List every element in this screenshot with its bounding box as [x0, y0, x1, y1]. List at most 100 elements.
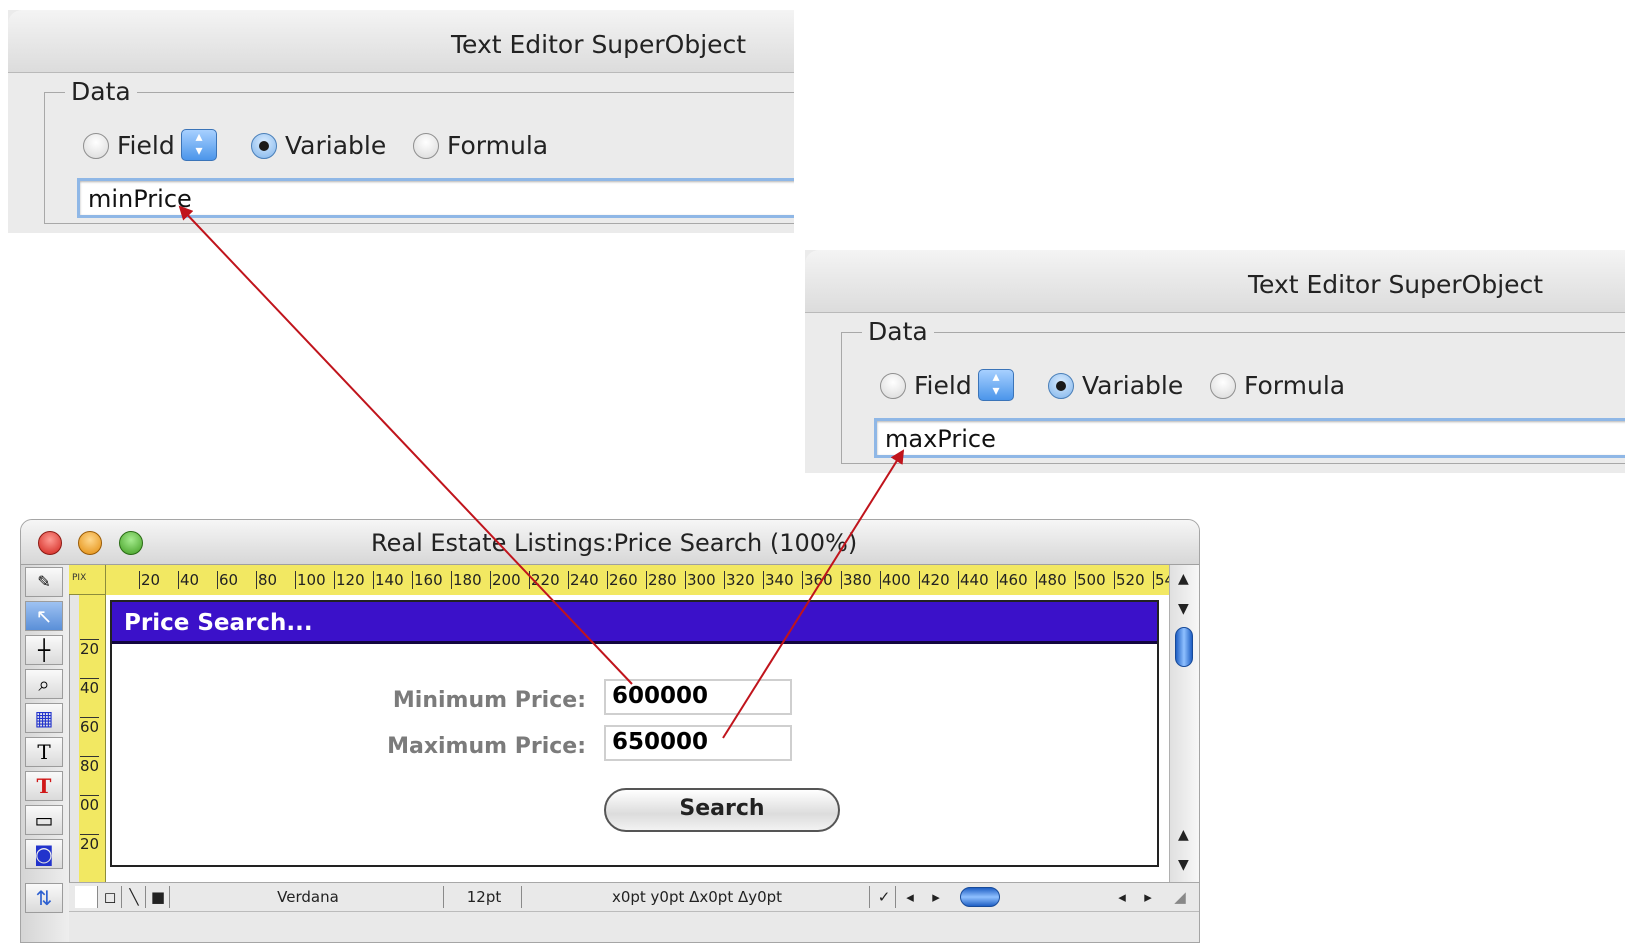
formula-radio-label: Formula — [1244, 371, 1346, 400]
field-radio[interactable] — [83, 133, 109, 159]
scroll-up-arrow-icon[interactable]: ▲ — [1178, 827, 1189, 843]
vertical-scrollbar[interactable]: ▲ ▼ ▲ ▼ — [1169, 565, 1199, 882]
ruler-tick-label: 40 — [80, 678, 100, 697]
ruler-tick-label: 200 — [490, 571, 521, 589]
ruler-tick-label: 80 — [256, 571, 278, 589]
crosshair-tool-icon[interactable]: ┼ — [25, 635, 63, 665]
form-canvas: Price Search... Minimum Price: 600000 Ma… — [106, 595, 1169, 882]
close-button[interactable] — [38, 531, 62, 555]
field-tool-icon[interactable]: ▦ — [25, 703, 63, 733]
status-row: ◻ ╲ ■ Verdana 12pt x0pt y0pt Δx0pt Δy0pt… — [69, 883, 1199, 912]
ruler-tick-label: 340 — [763, 571, 794, 589]
line-tool-icon[interactable]: ╲ — [123, 886, 146, 908]
ruler-tick-label: 480 — [1036, 571, 1067, 589]
scroll-right-arrow-icon[interactable]: ▸ — [925, 886, 947, 908]
pointer-tool-icon[interactable]: ↖ — [25, 601, 63, 631]
field-radio-label: Field — [117, 131, 175, 160]
zoom-button[interactable] — [119, 531, 143, 555]
horizontal-scroll-thumb[interactable] — [960, 887, 1000, 907]
variable-name-input[interactable]: maxPrice — [874, 418, 1625, 458]
text-tool-icon[interactable]: T — [25, 737, 63, 767]
formula-radio[interactable] — [1210, 373, 1236, 399]
ruler-tick-label: 60 — [217, 571, 239, 589]
ruler-tick-label: 380 — [841, 571, 872, 589]
vertical-ruler: 20 40 60 80 00 20 — [79, 595, 106, 882]
data-groupbox: Data Field ▴ ▾ Variable Formula minPrice — [44, 77, 794, 224]
horizontal-ruler: 20 40 60 80 100 120 140 160 180 200 220 240 260 280 30… — [106, 565, 1169, 596]
field-radio[interactable] — [880, 373, 906, 399]
frame-tool-icon[interactable]: ◻ — [99, 886, 122, 908]
scroll-left-arrow-icon[interactable]: ◂ — [899, 886, 921, 908]
main-window: Real Estate Listings:Price Search (100%)… — [20, 519, 1200, 943]
formula-text-tool-icon[interactable]: T — [25, 771, 63, 801]
ruler-tick-label: 20 — [80, 639, 100, 658]
scroll-up-arrow-icon[interactable]: ▲ — [1178, 571, 1189, 587]
magnify-tool-icon[interactable]: ⌕ — [25, 669, 63, 699]
ruler-tick-label: 160 — [412, 571, 443, 589]
fill-tool-icon[interactable]: ■ — [147, 886, 170, 908]
status-bar: ◻ ╲ ■ Verdana 12pt x0pt y0pt Δx0pt Δy0pt… — [69, 882, 1199, 942]
field-popup-button[interactable]: ▴ ▾ — [978, 369, 1014, 401]
ruler-tick-label: 260 — [607, 571, 638, 589]
scroll-right-arrow-icon[interactable]: ▸ — [1137, 886, 1159, 908]
minimum-price-label: Minimum Price: — [392, 688, 586, 713]
variable-radio-label: Variable — [285, 131, 387, 160]
scroll-down-arrow-icon[interactable]: ▼ — [1178, 857, 1189, 873]
minimum-price-field[interactable]: 600000 — [604, 679, 792, 715]
ruler-tick-label: 220 — [529, 571, 560, 589]
variable-radio[interactable] — [1048, 373, 1074, 399]
ruler-tick-label: 20 — [139, 571, 161, 589]
ruler-tick-label: 280 — [646, 571, 677, 589]
font-size[interactable]: 12pt — [447, 886, 522, 908]
field-radio-label: Field — [914, 371, 972, 400]
variable-radio[interactable] — [251, 133, 277, 159]
checkmark-icon[interactable]: ✓ — [873, 886, 896, 908]
fill-color-swatch[interactable] — [75, 886, 98, 908]
window-title: Real Estate Listings:Price Search (100%) — [371, 529, 858, 557]
variable-radio-label: Variable — [1082, 371, 1184, 400]
ruler-tick-label: 54 — [1153, 571, 1169, 589]
ruler-tick-label: 40 — [178, 571, 200, 589]
data-group-label: Data — [862, 317, 934, 346]
coordinates-readout: x0pt y0pt Δx0pt Δy0pt — [525, 886, 870, 908]
maximum-price-label: Maximum Price: — [387, 734, 586, 759]
search-button[interactable]: Search — [604, 788, 840, 832]
formula-radio-label: Formula — [447, 131, 549, 160]
ruler-tick-label: 440 — [958, 571, 989, 589]
formula-radio[interactable] — [413, 133, 439, 159]
panel-text-editor-superobject-2: Text Editor SuperObject Data Field ▴ ▾ Va… — [805, 250, 1625, 473]
panel-title: Text Editor SuperObject — [1248, 270, 1544, 299]
ruler-unit: PIX — [69, 565, 106, 595]
ruler-tick-label: 80 — [80, 756, 100, 775]
field-popup-button[interactable]: ▴ ▾ — [181, 129, 217, 161]
vertical-scroll-thumb[interactable] — [1175, 627, 1193, 667]
resize-grip-icon[interactable]: ◢ — [1169, 886, 1191, 908]
rectangle-tool-icon[interactable]: ▭ — [25, 805, 63, 835]
window-titlebar: Real Estate Listings:Price Search (100%) — [21, 520, 1199, 565]
ruler-tick-label: 60 — [80, 717, 100, 736]
ruler-tick-label: 120 — [334, 571, 365, 589]
minimize-button[interactable] — [78, 531, 102, 555]
ruler-tick-label: 140 — [373, 571, 404, 589]
ruler-tick-label: 420 — [919, 571, 950, 589]
scroll-left-arrow-icon[interactable]: ◂ — [1111, 886, 1133, 908]
ruler-tick-label: 320 — [724, 571, 755, 589]
graphics-mode-icon[interactable]: ✎ — [25, 567, 63, 597]
superobject-tool-icon[interactable]: ◙ — [25, 839, 63, 869]
ruler-tick-label: 460 — [997, 571, 1028, 589]
ruler-tick-label: 400 — [880, 571, 911, 589]
tool-palette: ✎ ↖ ┼ ⌕ ▦ T T ▭ ◙ ⇅ — [21, 565, 70, 942]
up-down-arrows-icon[interactable]: ⇅ — [25, 883, 63, 913]
ruler-tick-label: 00 — [80, 795, 100, 814]
ruler-tick-label: 520 — [1114, 571, 1145, 589]
data-groupbox: Data Field ▴ ▾ Variable Formula maxPrice — [841, 317, 1625, 464]
form-header: Price Search... — [112, 602, 1157, 644]
font-name[interactable]: Verdana — [173, 886, 444, 908]
scroll-down-arrow-icon[interactable]: ▼ — [1178, 601, 1189, 617]
ruler-tick-label: 20 — [80, 834, 100, 853]
ruler-tick-label: 500 — [1075, 571, 1106, 589]
ruler-tick-label: 240 — [568, 571, 599, 589]
data-group-label: Data — [65, 77, 137, 106]
maximum-price-field[interactable]: 650000 — [604, 725, 792, 761]
variable-name-input[interactable]: minPrice — [77, 178, 794, 218]
